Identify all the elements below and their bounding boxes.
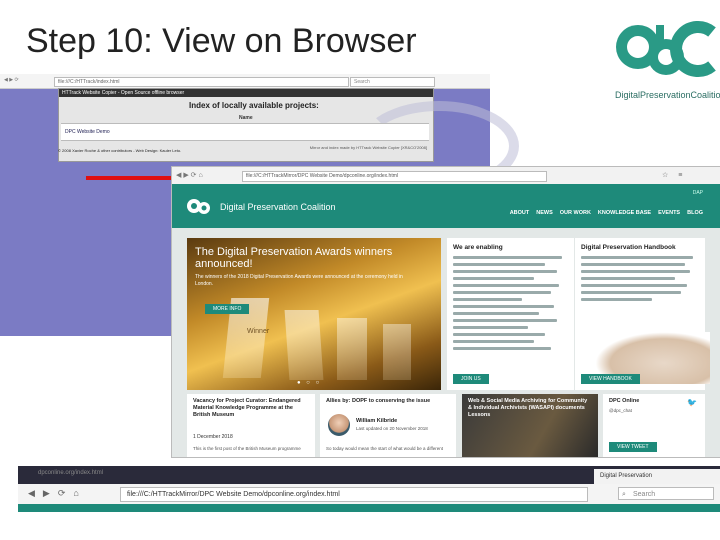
logo-caption: DigitalPreservationCoalition bbox=[615, 90, 720, 100]
awards-hero-banner[interactable]: The Digital Preservation Awards winners … bbox=[187, 238, 441, 390]
hero-text: The winners of the 2018 Digital Preserva… bbox=[195, 274, 403, 287]
back-browser-toolbar: ◀ ▶ ⟳ file:///C:/HTTrack/index.html Sear… bbox=[0, 74, 490, 89]
vacancy-date: 1 December 2018 bbox=[193, 434, 233, 440]
back-search-field[interactable]: Search bbox=[350, 77, 435, 87]
nav-buttons-icon[interactable]: ◀▶⟳⌂ bbox=[28, 488, 87, 499]
project-row: DPC Website Demo bbox=[61, 123, 429, 141]
wasapi-news-card[interactable]: Web & Social Media Archiving for Communi… bbox=[462, 394, 598, 457]
handbook-card-text bbox=[581, 256, 699, 305]
back-url-bar[interactable]: file:///C:/HTTrack/index.html bbox=[54, 77, 349, 87]
background-tab[interactable]: dpconline.org/index.html bbox=[38, 470, 103, 476]
bottom-browser-nav: ◀▶⟳⌂ file:///C:/HTTrackMirror/DPC Websit… bbox=[18, 484, 720, 505]
award-trophy-image bbox=[284, 310, 324, 380]
index-title: Index of locally available projects: bbox=[189, 101, 319, 110]
dpc-page-body: The Digital Preservation Awards winners … bbox=[172, 228, 720, 457]
twitter-card-title: DPC Online bbox=[609, 398, 640, 404]
carousel-dots[interactable]: ● ○ ○ bbox=[297, 380, 321, 386]
toolbar-menu-icon[interactable]: ☆ ≡ bbox=[662, 171, 686, 179]
menu-item-our-work[interactable]: OUR WORK bbox=[560, 210, 591, 216]
slide-title: Step 10: View on Browser bbox=[26, 22, 417, 60]
enabling-card-title: We are enabling bbox=[453, 244, 503, 251]
twitter-icon[interactable]: 🐦 bbox=[687, 398, 697, 407]
menu-item-about[interactable]: ABOUT bbox=[510, 210, 530, 216]
front-nav-arrows-icon[interactable]: ◀ ▶ ⟳ ⌂ bbox=[176, 171, 203, 179]
httrack-header-bar: HTTrack Website Copier - Open Source off… bbox=[59, 89, 433, 97]
enabling-card: We are enabling JOIN US bbox=[447, 238, 574, 390]
dpc-small-logo-icon[interactable] bbox=[186, 192, 214, 218]
twitter-card: DPC Online 🐦 @dpc_chat VIEW TWEET bbox=[603, 394, 705, 457]
menu-item-knowledge-base[interactable]: KNOWLEDGE BASE bbox=[598, 210, 651, 216]
handbook-card: Digital Preservation Handbook VIEW HANDB… bbox=[575, 238, 710, 390]
winner-label: Winner bbox=[247, 328, 270, 335]
author-name: William Kilbride bbox=[356, 418, 398, 424]
more-info-button[interactable]: MORE INFO bbox=[205, 304, 250, 314]
twitter-handle[interactable]: @dpc_chat bbox=[609, 408, 699, 413]
front-browser-toolbar: ◀ ▶ ⟳ ⌂ file:///C:/HTTrackMirror/DPC Web… bbox=[172, 167, 720, 185]
hero-title: The Digital Preservation Awards winners … bbox=[195, 246, 393, 270]
post-updated-date: Last updated on 20 November 2018 bbox=[356, 426, 428, 431]
bottom-search-placeholder: Search bbox=[633, 491, 656, 498]
menu-item-blog[interactable]: BLOG bbox=[687, 210, 703, 216]
front-url-bar[interactable]: file:///C:/HTTrackMirror/DPC Website Dem… bbox=[242, 171, 547, 182]
menu-item-news[interactable]: NEWS bbox=[536, 210, 553, 216]
bottom-browser-tab-bar: dpconline.org/index.html Digital Preserv… bbox=[18, 466, 720, 484]
dpc-brand-name: Digital Preservation Coalition bbox=[220, 202, 336, 212]
bottom-search-field[interactable]: ⌕ Search bbox=[618, 487, 714, 500]
enabling-card-text bbox=[453, 256, 568, 354]
award-trophy-image bbox=[383, 324, 411, 380]
back-nav-arrows-icon[interactable]: ◀ ▶ ⟳ bbox=[4, 77, 19, 83]
dpc-site-header: Digital Preservation Coalition DAP ABOUT… bbox=[172, 184, 720, 228]
join-us-button[interactable]: JOIN US bbox=[453, 374, 489, 384]
vacancy-news-card[interactable]: Vacancy for Project Curator: Endangered … bbox=[187, 394, 315, 457]
bottom-url-bar[interactable]: file:///C:/HTTrackMirror/DPC Website Dem… bbox=[120, 487, 588, 502]
blog-post-card[interactable]: Allies by: DOPF to conserving the issue … bbox=[320, 394, 456, 457]
menu-item-events[interactable]: EVENTS bbox=[658, 210, 680, 216]
project-link[interactable]: DPC Website Demo bbox=[65, 129, 110, 135]
index-column-label: Name bbox=[239, 115, 253, 121]
handbook-card-title: Digital Preservation Handbook bbox=[581, 244, 676, 251]
httrack-credits: © 2008 Xavier Roche & other contributors… bbox=[58, 148, 182, 153]
blog-post-title: Allies by: DOPF to conserving the issue bbox=[326, 398, 431, 404]
view-handbook-button[interactable]: VIEW HANDBOOK bbox=[581, 374, 640, 384]
vacancy-snippet: This is the first post of the British Mu… bbox=[193, 446, 301, 451]
award-trophy-image bbox=[337, 318, 367, 380]
bottom-site-header-band bbox=[18, 504, 720, 512]
blog-post-snippet: So today would mean the start of what wo… bbox=[326, 446, 443, 451]
index-footer-note: Mirror and index made by HTTrack Website… bbox=[309, 145, 427, 150]
dpc-website-window: ◀ ▶ ⟳ ⌂ file:///C:/HTTrackMirror/DPC Web… bbox=[171, 166, 720, 458]
wasapi-title: Web & Social Media Archiving for Communi… bbox=[468, 398, 588, 418]
search-icon: ⌕ bbox=[622, 491, 626, 498]
vacancy-title: Vacancy for Project Curator: Endangered … bbox=[193, 398, 301, 418]
author-avatar bbox=[328, 414, 350, 436]
view-tweet-button[interactable]: VIEW TWEET bbox=[609, 442, 657, 452]
active-tab[interactable]: Digital Preservation bbox=[594, 469, 720, 484]
login-link[interactable]: DAP bbox=[693, 190, 703, 196]
dpc-main-menu: ABOUT NEWS OUR WORK KNOWLEDGE BASE EVENT… bbox=[510, 210, 703, 216]
